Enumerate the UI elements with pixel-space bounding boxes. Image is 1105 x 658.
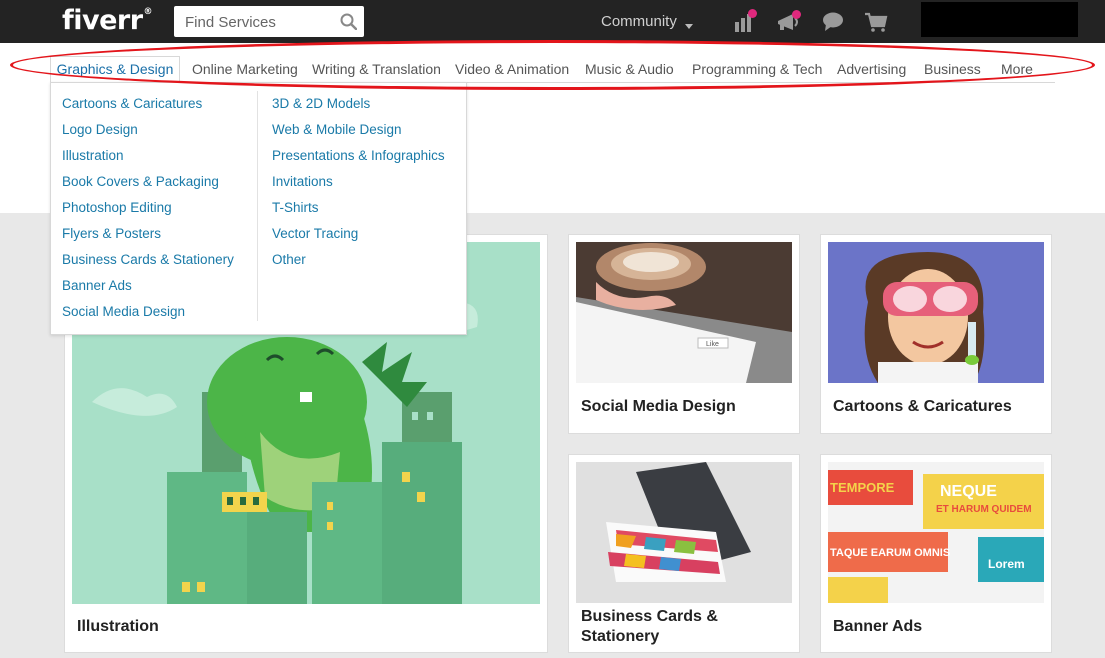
category-dropdown: Cartoons & Caricatures Logo Design Illus… [50,82,467,335]
dropdown-item-illustration[interactable]: Illustration [62,148,234,174]
analytics-icon[interactable] [734,9,757,38]
search-icon[interactable] [340,13,358,35]
card-title-social-media: Social Media Design [581,398,736,415]
banner-word-tempore: TEMPORE [830,480,895,495]
banner-word-lorem: Lorem [988,557,1025,571]
dropdown-item-3d-models[interactable]: 3D & 2D Models [272,96,445,122]
banner-word-omnis: TAQUE EARUM OMNIS [830,547,950,559]
dropdown-item-other[interactable]: Other [272,252,445,278]
dropdown-column-1: Cartoons & Caricatures Logo Design Illus… [62,96,234,330]
card-title-business-cards: Business Cards & Stationery [581,608,718,645]
dropdown-item-book-covers[interactable]: Book Covers & Packaging [62,174,234,200]
dropdown-item-t-shirts[interactable]: T-Shirts [272,200,445,226]
dropdown-item-flyers[interactable]: Flyers & Posters [62,226,234,252]
community-menu[interactable]: Community [601,13,693,30]
like-button-text: Like [706,341,719,348]
dropdown-column-2: 3D & 2D Models Web & Mobile Design Prese… [272,96,445,278]
search-box [174,6,364,37]
social-media-image: Like [576,242,792,383]
dropdown-item-vector-tracing[interactable]: Vector Tracing [272,226,445,252]
nav-tab-programming-tech[interactable]: Programming & Tech [692,61,822,77]
dropdown-item-invitations[interactable]: Invitations [272,174,445,200]
notifications-megaphone-icon[interactable] [776,9,802,38]
nav-tab-graphics-design[interactable]: Graphics & Design [50,56,180,83]
dropdown-item-photoshop[interactable]: Photoshop Editing [62,200,234,226]
top-header: fiverr® Community [0,0,1105,43]
banner-word-harum: ET HARUM QUIDEM [936,504,1032,515]
card-banner-ads[interactable]: TEMPORE NEQUE ET HARUM QUIDEM TAQUE EARU… [820,454,1052,653]
card-title-illustration: Illustration [77,618,159,635]
dropdown-item-cartoons[interactable]: Cartoons & Caricatures [62,96,234,122]
nav-tab-more[interactable]: More [1001,61,1033,77]
logo-text: fiverr [62,5,143,36]
category-nav: Graphics & Design Online Marketing Writi… [0,53,1105,83]
dropdown-item-web-mobile[interactable]: Web & Mobile Design [272,122,445,148]
card-business-cards[interactable]: Business Cards & Stationery [568,454,800,653]
business-cards-image [576,462,792,603]
dropdown-item-logo-design[interactable]: Logo Design [62,122,234,148]
search-input[interactable] [185,12,335,32]
nav-tab-advertising[interactable]: Advertising [837,61,906,77]
dropdown-item-presentations[interactable]: Presentations & Infographics [272,148,445,174]
nav-tab-writing-translation[interactable]: Writing & Translation [312,61,441,77]
card-social-media-design[interactable]: Like Social Media Design [568,234,800,434]
nav-tab-music-audio[interactable]: Music & Audio [585,61,674,77]
account-menu-redacted[interactable] [921,2,1078,37]
card-title-cartoons: Cartoons & Caricatures [833,398,1012,415]
dropdown-item-business-cards[interactable]: Business Cards & Stationery [62,252,234,278]
nav-tab-business[interactable]: Business [924,61,981,77]
nav-tab-online-marketing[interactable]: Online Marketing [192,61,298,77]
card-title-banner-ads: Banner Ads [833,618,923,635]
card-cartoons-caricatures[interactable]: Cartoons & Caricatures [820,234,1052,434]
banner-word-neque: NEQUE [940,483,997,500]
chevron-down-icon [685,17,693,34]
dropdown-item-social-media[interactable]: Social Media Design [62,304,234,330]
nav-tab-video-animation[interactable]: Video & Animation [455,61,569,77]
cartoons-image [828,242,1044,383]
dropdown-divider [257,91,258,321]
cart-icon[interactable] [864,12,888,37]
dropdown-item-banner-ads[interactable]: Banner Ads [62,278,234,304]
community-label: Community [601,13,677,30]
messages-icon[interactable] [822,12,844,37]
fiverr-logo[interactable]: fiverr® [62,5,153,36]
banner-ads-image: TEMPORE NEQUE ET HARUM QUIDEM TAQUE EARU… [828,462,1044,603]
logo-trademark: ® [143,7,153,17]
